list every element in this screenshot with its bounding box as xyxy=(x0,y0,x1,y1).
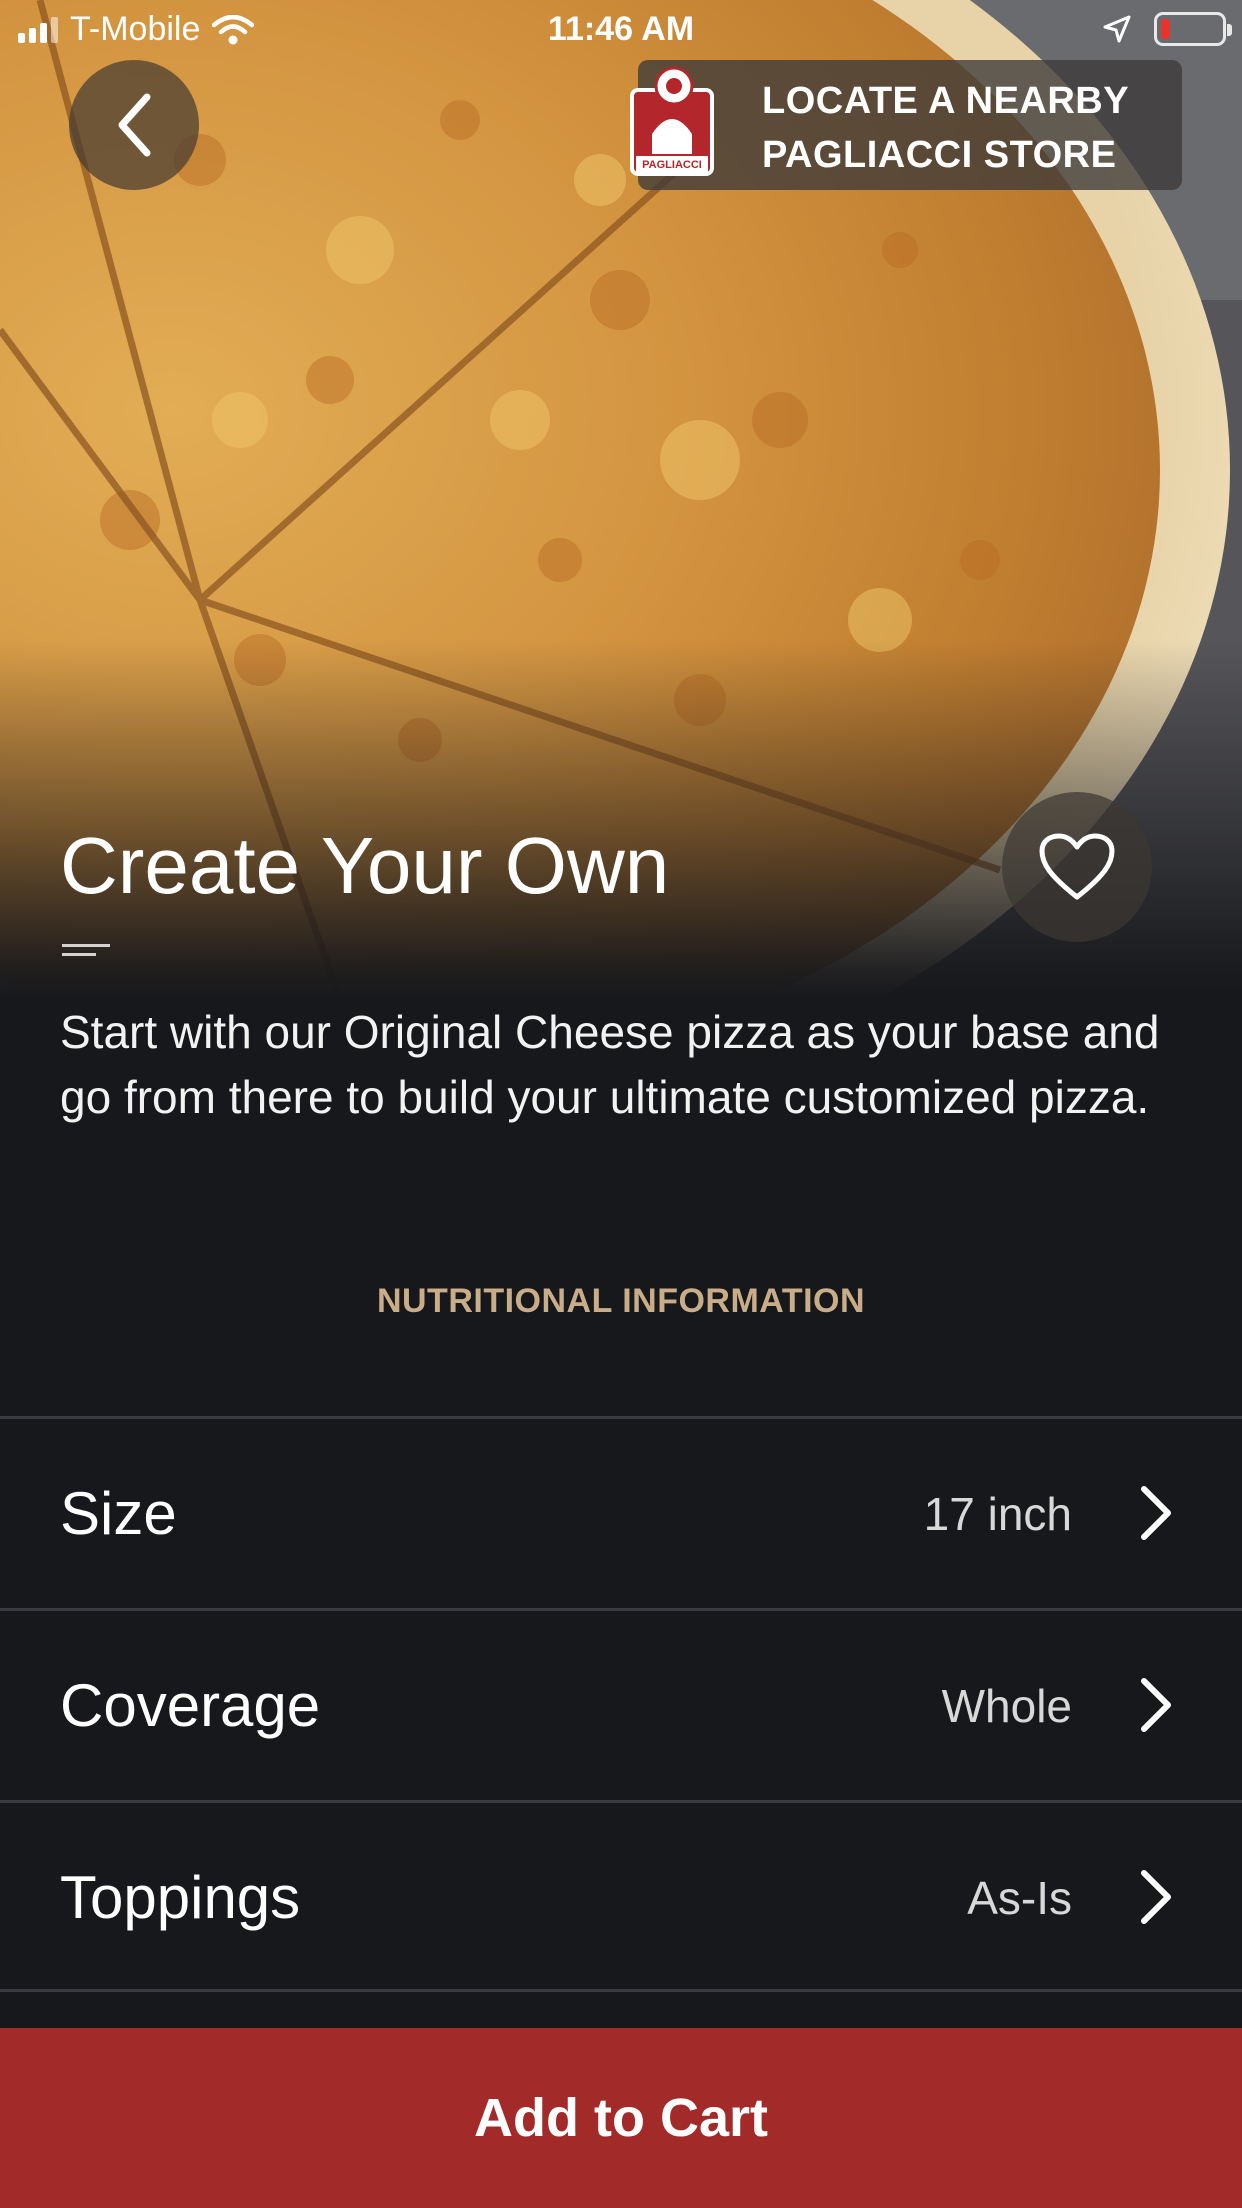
chevron-right-icon xyxy=(1141,1486,1171,1540)
logo-text: PAGLIACCI xyxy=(642,159,702,171)
option-value: 17 inch xyxy=(923,1488,1072,1540)
status-bar: T-Mobile 11:46 AM xyxy=(0,0,1242,62)
status-right xyxy=(1102,12,1232,46)
option-value: As-Is xyxy=(967,1872,1072,1924)
product-description: Start with our Original Cheese pizza as … xyxy=(60,1006,1160,1123)
option-row-toppings[interactable]: Toppings As-Is xyxy=(0,1800,1242,1992)
heart-outline-icon xyxy=(1039,833,1115,900)
option-row-size[interactable]: Size 17 inch xyxy=(0,1416,1242,1608)
favorite-button[interactable] xyxy=(1002,792,1152,942)
options-list: Size 17 inch Coverage Whole Toppings As-… xyxy=(0,1416,1242,1992)
chevron-right-icon xyxy=(1141,1870,1171,1924)
location-arrow-icon xyxy=(1103,15,1131,43)
option-value: Whole xyxy=(941,1680,1072,1732)
product-detail-screen: T-Mobile 11:46 AM PAGLIACCI LOCATE A NEA… xyxy=(0,0,1242,2208)
nutritional-information-link[interactable]: NUTRITIONAL INFORMATION xyxy=(0,1282,1242,1321)
option-row-coverage[interactable]: Coverage Whole xyxy=(0,1608,1242,1800)
locate-store-button[interactable]: PAGLIACCI LOCATE A NEARBY PAGLIACCI STOR… xyxy=(630,60,1182,190)
chevron-left-icon xyxy=(118,93,151,157)
add-to-cart-button[interactable]: Add to Cart xyxy=(0,2028,1242,2208)
option-label: Coverage xyxy=(60,1672,321,1739)
title-divider-icon xyxy=(62,944,110,962)
battery-icon xyxy=(1154,12,1232,46)
option-label: Size xyxy=(60,1480,177,1547)
status-time: 11:46 AM xyxy=(547,10,695,48)
option-label: Toppings xyxy=(60,1864,301,1931)
locate-store-label: LOCATE A NEARBY PAGLIACCI STORE xyxy=(762,80,1130,176)
pagliacci-logo: PAGLIACCI xyxy=(630,66,714,176)
chevron-right-icon xyxy=(1141,1678,1171,1732)
back-button[interactable] xyxy=(69,60,199,190)
battery-level xyxy=(1161,19,1170,39)
product-title: Create Your Own xyxy=(60,821,670,910)
